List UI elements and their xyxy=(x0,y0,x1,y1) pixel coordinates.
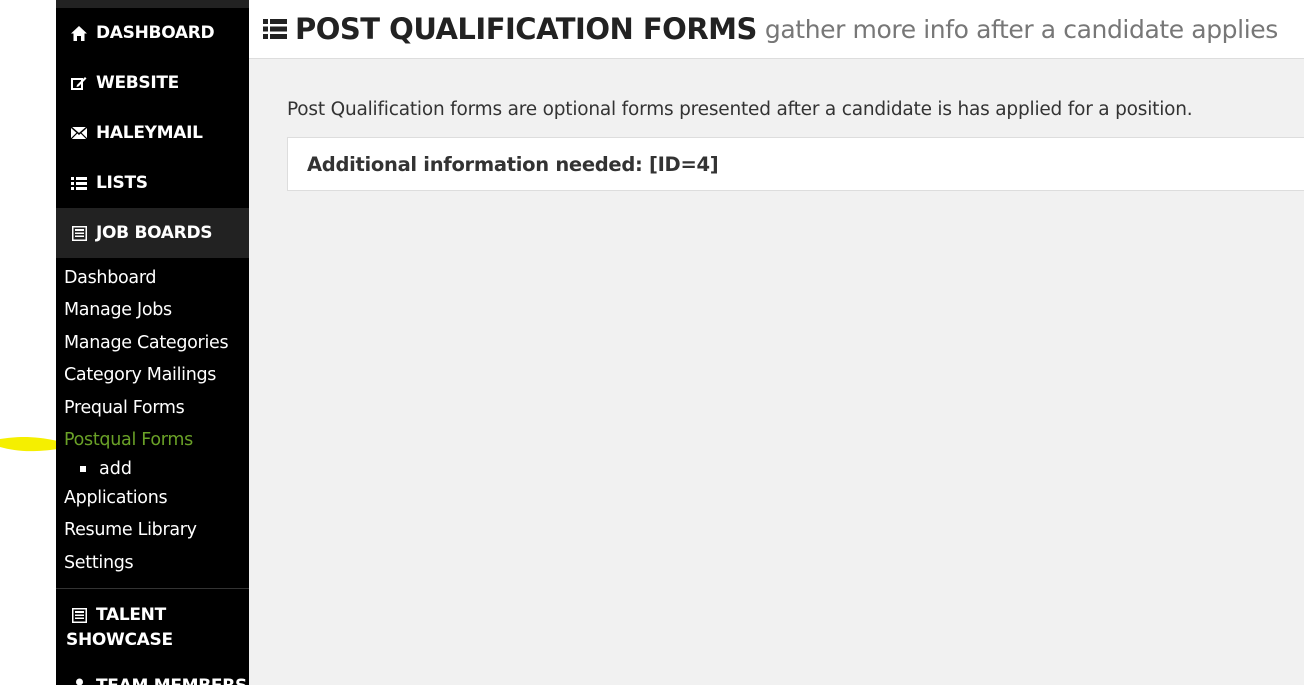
sidebar-item-label: TEAM MEMBERS xyxy=(96,676,247,685)
list-icon xyxy=(263,19,287,39)
submenu-item-category-mailings[interactable]: Category Mailings xyxy=(64,365,216,385)
submenu-item-dashboard[interactable]: Dashboard xyxy=(64,268,157,288)
job-boards-submenu: Dashboard Manage Jobs Manage Categories … xyxy=(56,258,249,588)
sidebar-item-label: WEBSITE xyxy=(96,73,179,93)
sidebar-item-label: LISTS xyxy=(96,173,148,193)
user-icon xyxy=(70,676,88,685)
sidebar-item-lists[interactable]: LISTS xyxy=(56,158,249,208)
main-content: Post Qualification forms are optional fo… xyxy=(249,59,1304,685)
sidebar: DASHBOARD WEBSITE HALEYMAIL LISTS JOB BO xyxy=(56,0,249,685)
home-icon xyxy=(70,24,88,42)
talent-showcase-line1: TALENT xyxy=(70,603,173,628)
sidebar-item-haleymail[interactable]: HALEYMAIL xyxy=(56,108,249,158)
sidebar-item-label: JOB BOARDS xyxy=(96,223,213,243)
app-root: DASHBOARD WEBSITE HALEYMAIL LISTS JOB BO xyxy=(0,0,1304,685)
sidebar-item-dashboard[interactable]: DASHBOARD xyxy=(56,8,249,58)
sidebar-item-job-boards[interactable]: JOB BOARDS xyxy=(56,208,249,258)
submenu-item-applications[interactable]: Applications xyxy=(64,488,168,508)
submenu-item-manage-jobs[interactable]: Manage Jobs xyxy=(64,300,172,320)
submenu-item-settings[interactable]: Settings xyxy=(64,553,134,573)
sidebar-top-strip xyxy=(56,0,249,8)
form-panel-title[interactable]: Additional information needed: [ID=4] xyxy=(307,153,719,176)
submenu-item-prequal-forms[interactable]: Prequal Forms xyxy=(64,398,185,418)
sidebar-item-website[interactable]: WEBSITE xyxy=(56,58,249,108)
sidebar-item-label-line2: SHOWCASE xyxy=(66,630,173,650)
submenu-item-resume-library[interactable]: Resume Library xyxy=(64,520,197,540)
sidebar-item-team-members[interactable]: TEAM MEMBERS xyxy=(56,664,249,685)
submenu-item-add-label: add xyxy=(99,459,132,479)
submenu-item-add[interactable]: add xyxy=(80,459,132,479)
list-icon xyxy=(70,174,88,192)
sidebar-item-label: DASHBOARD xyxy=(96,23,215,43)
edit-icon xyxy=(70,74,88,92)
talent-showcase-label-group: TALENT SHOWCASE xyxy=(66,603,173,653)
yellow-highlight-mark xyxy=(0,433,60,453)
envelope-icon xyxy=(70,124,88,142)
intro-text: Post Qualification forms are optional fo… xyxy=(287,99,1193,120)
bullet-icon xyxy=(80,466,86,472)
page-header: POST QUALIFICATION FORMS gather more inf… xyxy=(249,0,1304,59)
page-subtitle: gather more info after a candidate appli… xyxy=(764,14,1278,44)
submenu-item-manage-categories[interactable]: Manage Categories xyxy=(64,333,229,353)
sidebar-item-label: HALEYMAIL xyxy=(96,123,203,143)
newspaper-icon xyxy=(70,224,88,242)
newspaper-icon xyxy=(70,607,88,625)
sidebar-item-talent-showcase[interactable]: TALENT SHOWCASE xyxy=(56,589,249,650)
submenu-item-postqual-forms[interactable]: Postqual Forms xyxy=(64,430,193,450)
form-panel[interactable]: Additional information needed: [ID=4] xyxy=(287,137,1304,191)
page-title: POST QUALIFICATION FORMS xyxy=(295,12,757,46)
sidebar-item-label-line1: TALENT xyxy=(96,605,166,625)
